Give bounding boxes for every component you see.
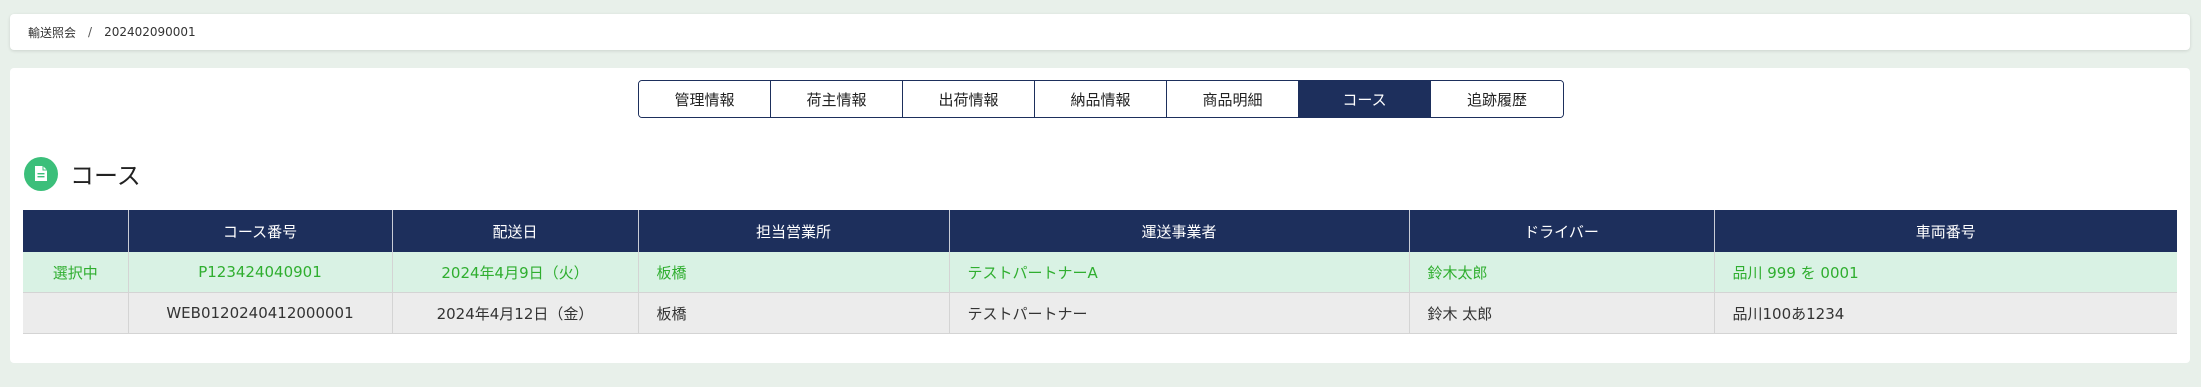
tab-shipment-info[interactable]: 出荷情報 <box>903 81 1035 117</box>
header-driver: ドライバー <box>1409 210 1715 252</box>
table-header-row: コース番号 配送日 担当営業所 運送事業者 ドライバー 車両番号 <box>23 210 2177 252</box>
breadcrumb: 輸送照会 / 202402090001 <box>10 14 2190 50</box>
tab-product-details[interactable]: 商品明細 <box>1167 81 1299 117</box>
cell-course-no: WEB0120240412000001 <box>128 292 393 334</box>
detail-panel: 管理情報 荷主情報 出荷情報 納品情報 商品明細 コース 追跡履歴 コース コー… <box>10 68 2190 363</box>
header-delivery-date: 配送日 <box>392 210 639 252</box>
cell-delivery-date: 2024年4月12日（金） <box>392 292 639 334</box>
tab-shipper-info[interactable]: 荷主情報 <box>771 81 903 117</box>
cell-vehicle-no: 品川100あ1234 <box>1714 292 2177 334</box>
table-row[interactable]: 選択中 P123424040901 2024年4月9日（火） 板橋 テストパート… <box>23 252 2177 293</box>
cell-office: 板橋 <box>638 252 950 293</box>
breadcrumb-separator: / <box>88 25 93 39</box>
document-icon <box>24 156 58 191</box>
cell-status: 選択中 <box>23 252 129 293</box>
cell-driver: 鈴木太郎 <box>1409 252 1715 293</box>
tab-course[interactable]: コース <box>1299 81 1431 117</box>
cell-vehicle-no: 品川 999 を 0001 <box>1714 252 2177 293</box>
course-table: コース番号 配送日 担当営業所 運送事業者 ドライバー 車両番号 選択中 P12… <box>23 210 2177 334</box>
cell-office: 板橋 <box>638 292 950 334</box>
header-carrier: 運送事業者 <box>949 210 1410 252</box>
cell-course-no: P123424040901 <box>128 252 393 293</box>
cell-driver: 鈴木 太郎 <box>1409 292 1715 334</box>
tab-management-info[interactable]: 管理情報 <box>639 81 771 117</box>
cell-status <box>23 292 129 334</box>
header-office: 担当営業所 <box>638 210 950 252</box>
tab-bar: 管理情報 荷主情報 出荷情報 納品情報 商品明細 コース 追跡履歴 <box>638 80 1564 118</box>
breadcrumb-parent-link[interactable]: 輸送照会 <box>28 24 76 41</box>
tab-tracking-history[interactable]: 追跡履歴 <box>1431 81 1563 117</box>
table-row[interactable]: WEB0120240412000001 2024年4月12日（金） 板橋 テスト… <box>23 292 2177 334</box>
tab-delivery-info[interactable]: 納品情報 <box>1035 81 1167 117</box>
cell-carrier: テストパートナー <box>949 292 1410 334</box>
cell-carrier: テストパートナーA <box>949 252 1410 293</box>
section-header: コース <box>24 156 141 191</box>
breadcrumb-current: 202402090001 <box>104 25 196 39</box>
cell-delivery-date: 2024年4月9日（火） <box>392 252 639 293</box>
header-course-no: コース番号 <box>128 210 393 252</box>
header-status <box>23 210 129 252</box>
header-vehicle-no: 車両番号 <box>1714 210 2177 252</box>
section-title: コース <box>70 162 141 190</box>
